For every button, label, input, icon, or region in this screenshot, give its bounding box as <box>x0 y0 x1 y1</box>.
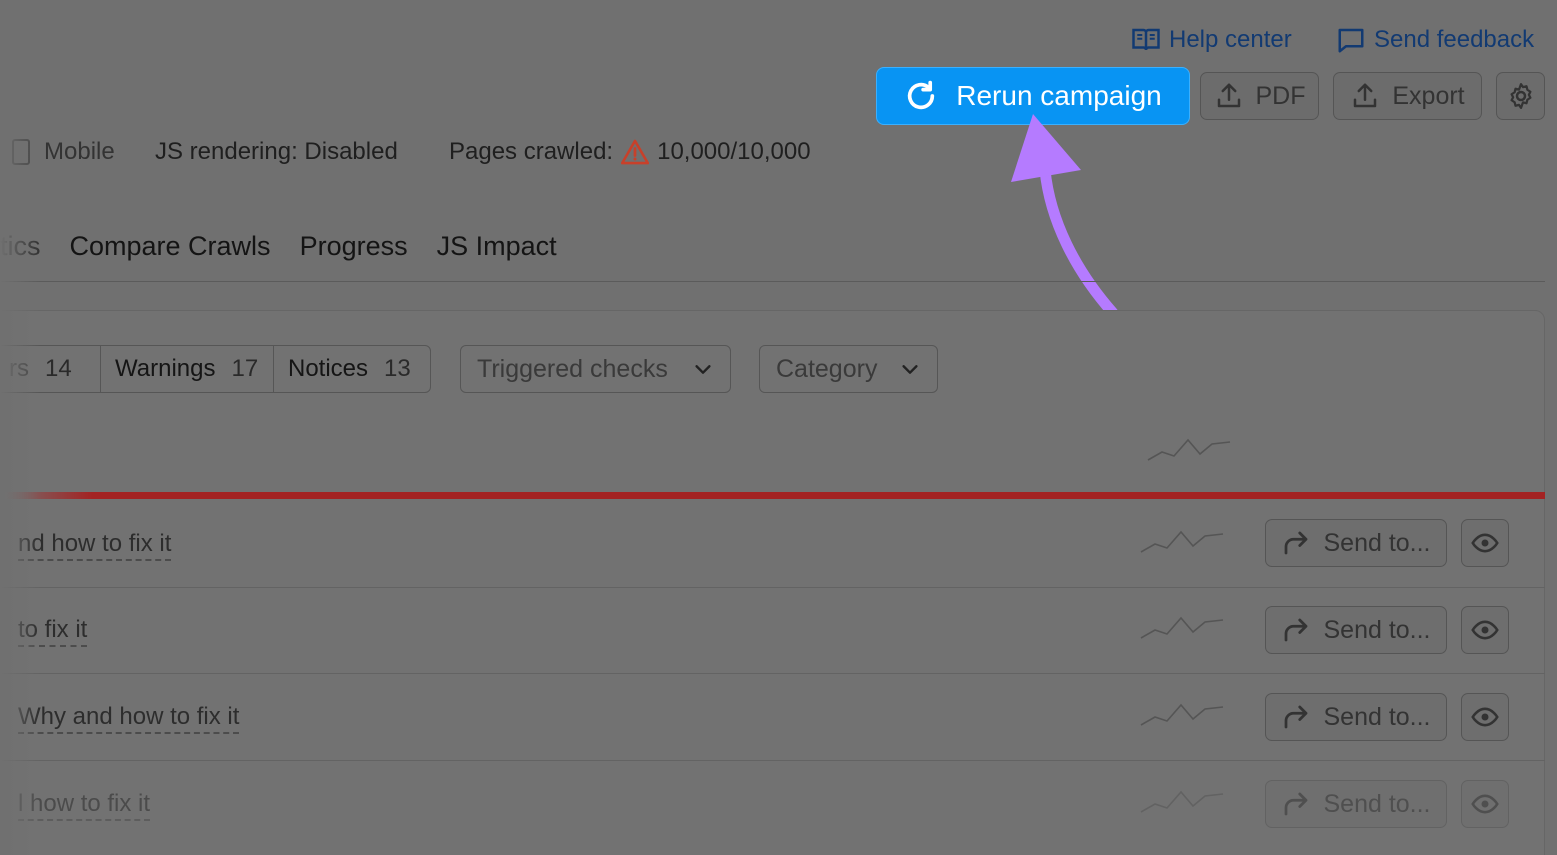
trend-sparkline <box>1140 616 1224 639</box>
upload-icon <box>1217 83 1240 108</box>
send-feedback-link[interactable]: Send feedback <box>1336 24 1534 56</box>
view-button[interactable] <box>1461 519 1509 567</box>
refresh-icon <box>908 80 935 110</box>
upload-icon <box>1354 83 1377 108</box>
table-row: Why and how to fix it Send to... <box>0 693 1557 741</box>
row-divider <box>0 587 1545 588</box>
send-to-button[interactable]: Send to... <box>1265 606 1447 654</box>
filter-warnings[interactable]: Warnings 17 <box>100 346 273 392</box>
pdf-button[interactable]: PDF <box>1200 72 1319 120</box>
send-feedback-label: Send feedback <box>1374 26 1535 53</box>
send-to-button[interactable]: Send to... <box>1265 519 1447 567</box>
send-to-label: Send to... <box>1323 615 1431 644</box>
category-label: Category <box>776 354 878 383</box>
export-button[interactable]: Export <box>1333 72 1482 120</box>
errors-severity-bar <box>0 492 1545 499</box>
pdf-label: PDF <box>1255 81 1306 110</box>
tab-js-impact[interactable]: JS Impact <box>437 231 557 262</box>
share-arrow-icon <box>1285 531 1308 555</box>
eye-icon <box>1471 707 1499 727</box>
view-button[interactable] <box>1461 606 1509 654</box>
row-divider <box>0 673 1545 674</box>
left-edge-fade <box>0 0 40 855</box>
trend-sparkline <box>1140 703 1224 726</box>
device-label: Mobile <box>44 138 115 165</box>
gear-icon <box>1510 83 1531 109</box>
view-button[interactable] <box>1461 780 1509 828</box>
pages-crawled-info: Pages crawled: 10,000/10,000 <box>449 136 811 168</box>
warnings-label: Warnings <box>115 355 216 382</box>
send-to-label: Send to... <box>1323 528 1431 557</box>
js-rendering-info: JS rendering: Disabled <box>155 136 398 168</box>
share-arrow-icon <box>1285 705 1308 729</box>
send-to-label: Send to... <box>1323 702 1431 731</box>
row-divider <box>0 760 1545 761</box>
triggered-checks-label: Triggered checks <box>477 354 668 383</box>
eye-icon <box>1471 533 1499 553</box>
send-to-label: Send to... <box>1323 789 1431 818</box>
errors-count: 14 <box>45 355 72 382</box>
table-row: l how to fix it Send to... <box>0 780 1557 828</box>
trend-sparkline <box>1147 438 1231 461</box>
annotation-arrow <box>1011 114 1119 319</box>
issue-link[interactable]: nd how to fix it <box>18 530 172 561</box>
tab-progress[interactable]: Progress <box>300 231 408 262</box>
warnings-count: 17 <box>231 355 259 382</box>
eye-icon <box>1471 620 1499 640</box>
triggered-checks-dropdown[interactable]: Triggered checks <box>460 345 731 393</box>
send-to-button[interactable]: Send to... <box>1265 693 1447 741</box>
pages-crawled-value: 10,000/10,000 <box>657 138 811 165</box>
issue-link[interactable]: Why and how to fix it <box>18 703 240 734</box>
export-label: Export <box>1392 81 1465 110</box>
chevron-down-icon <box>695 365 711 374</box>
share-arrow-icon <box>1285 618 1308 642</box>
chevron-down-icon <box>902 365 918 374</box>
table-row: to fix it Send to... <box>0 606 1557 654</box>
help-center-label: Help center <box>1169 26 1292 53</box>
table-row: nd how to fix it Send to... <box>0 519 1557 568</box>
help-center-link[interactable]: Help center <box>1131 24 1292 56</box>
settings-button[interactable] <box>1496 72 1545 120</box>
filter-notices[interactable]: Notices 13 <box>273 346 430 392</box>
rerun-campaign-label: Rerun campaign <box>956 80 1162 111</box>
trend-sparkline <box>1140 530 1224 553</box>
trend-sparkline <box>1140 790 1224 813</box>
share-arrow-icon <box>1285 792 1308 816</box>
notices-label: Notices <box>288 355 369 382</box>
eye-icon <box>1471 794 1499 814</box>
book-icon <box>1132 28 1160 51</box>
warning-triangle-icon <box>621 139 650 165</box>
send-to-button[interactable]: Send to... <box>1265 780 1447 828</box>
tab-compare-crawls[interactable]: Compare Crawls <box>70 231 271 262</box>
chat-bubble-icon <box>1338 28 1364 53</box>
notices-count: 13 <box>384 355 411 382</box>
js-rendering-label: JS rendering: Disabled <box>155 138 398 165</box>
pages-crawled-label: Pages crawled: <box>449 138 614 165</box>
severity-filter: rs 14 Warnings 17 Notices 13 <box>0 345 431 393</box>
view-button[interactable] <box>1461 693 1509 741</box>
category-dropdown[interactable]: Category <box>759 345 938 393</box>
report-tabs: tics Compare Crawls Progress JS Impact <box>0 226 557 266</box>
tabs-divider <box>0 281 1545 282</box>
